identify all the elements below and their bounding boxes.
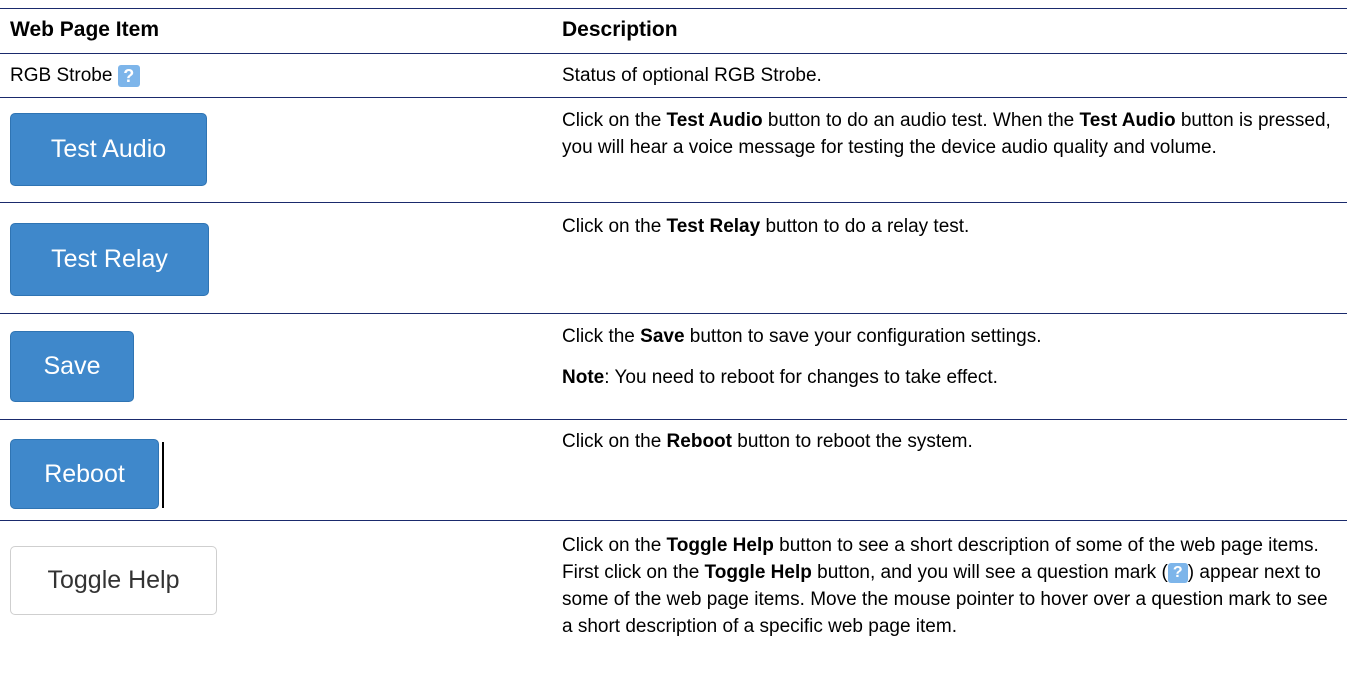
- description-paragraph: Click the Save button to save your confi…: [562, 323, 1337, 350]
- row-rule: [0, 97, 1347, 98]
- description-text: : You need to reboot for changes to take…: [604, 367, 998, 388]
- description-paragraph: Click on the Reboot button to reboot the…: [562, 428, 1337, 455]
- question-mark-icon: ?: [1167, 562, 1188, 583]
- description-text: button to save your configuration settin…: [684, 326, 1042, 347]
- description-bold: Test Relay: [666, 216, 761, 237]
- description-text: button to do a relay test.: [760, 216, 970, 237]
- table-row-description: Click on the Reboot button to reboot the…: [562, 428, 1337, 455]
- note-label: Note: [562, 367, 605, 388]
- text-cursor: [162, 442, 164, 508]
- description-bold: Test Audio: [1079, 110, 1176, 131]
- description-text: button to do an audio test. When the: [762, 110, 1080, 131]
- item-label: RGB Strobe: [10, 65, 113, 86]
- table-row-description: Click on the Test Relay button to do a r…: [562, 213, 1337, 240]
- description-bold: Test Audio: [666, 110, 763, 131]
- table-row-description: Status of optional RGB Strobe.: [562, 62, 1337, 89]
- description-bold: Toggle Help: [704, 562, 812, 583]
- column-header-description: Description: [562, 18, 678, 41]
- description-bold: Reboot: [666, 431, 732, 452]
- description-text: Click the: [562, 326, 641, 347]
- description-text: Click on the: [562, 535, 667, 556]
- row-rule: [0, 520, 1347, 521]
- description-paragraph: Status of optional RGB Strobe.: [562, 62, 1337, 89]
- description-text: Click on the: [562, 110, 667, 131]
- table-row-description: Click the Save button to save your confi…: [562, 323, 1337, 391]
- test-relay-button[interactable]: Test Relay: [10, 223, 209, 296]
- description-paragraph: Click on the Test Relay button to do a r…: [562, 213, 1337, 240]
- table-row-description: Click on the Toggle Help button to see a…: [562, 532, 1337, 640]
- save-button[interactable]: Save: [10, 331, 134, 402]
- table-top-rule: [0, 8, 1347, 9]
- description-text: Status of optional RGB Strobe.: [562, 65, 822, 86]
- row-rule: [0, 202, 1347, 203]
- test-audio-button[interactable]: Test Audio: [10, 113, 207, 186]
- row-rule: [0, 419, 1347, 420]
- column-header-item: Web Page Item: [10, 18, 159, 41]
- description-text: button to reboot the system.: [731, 431, 973, 452]
- description-paragraph: Click on the Toggle Help button to see a…: [562, 532, 1337, 640]
- table-row-description: Click on the Test Audio button to do an …: [562, 107, 1337, 161]
- description-bold: Save: [640, 326, 685, 347]
- question-mark-icon[interactable]: ?: [117, 64, 140, 87]
- description-text: Click on the: [562, 216, 667, 237]
- description-paragraph: Click on the Test Audio button to do an …: [562, 107, 1337, 161]
- table-row-item: RGB Strobe ?: [10, 62, 140, 89]
- row-rule: [0, 313, 1347, 314]
- reboot-button[interactable]: Reboot: [10, 439, 159, 509]
- toggle-help-button[interactable]: Toggle Help: [10, 546, 217, 615]
- description-bold: Toggle Help: [666, 535, 774, 556]
- header-rule: [0, 53, 1347, 54]
- description-text: button, and you will see a question mark…: [811, 562, 1168, 583]
- description-text: Click on the: [562, 431, 667, 452]
- description-note: Note: You need to reboot for changes to …: [562, 364, 1337, 391]
